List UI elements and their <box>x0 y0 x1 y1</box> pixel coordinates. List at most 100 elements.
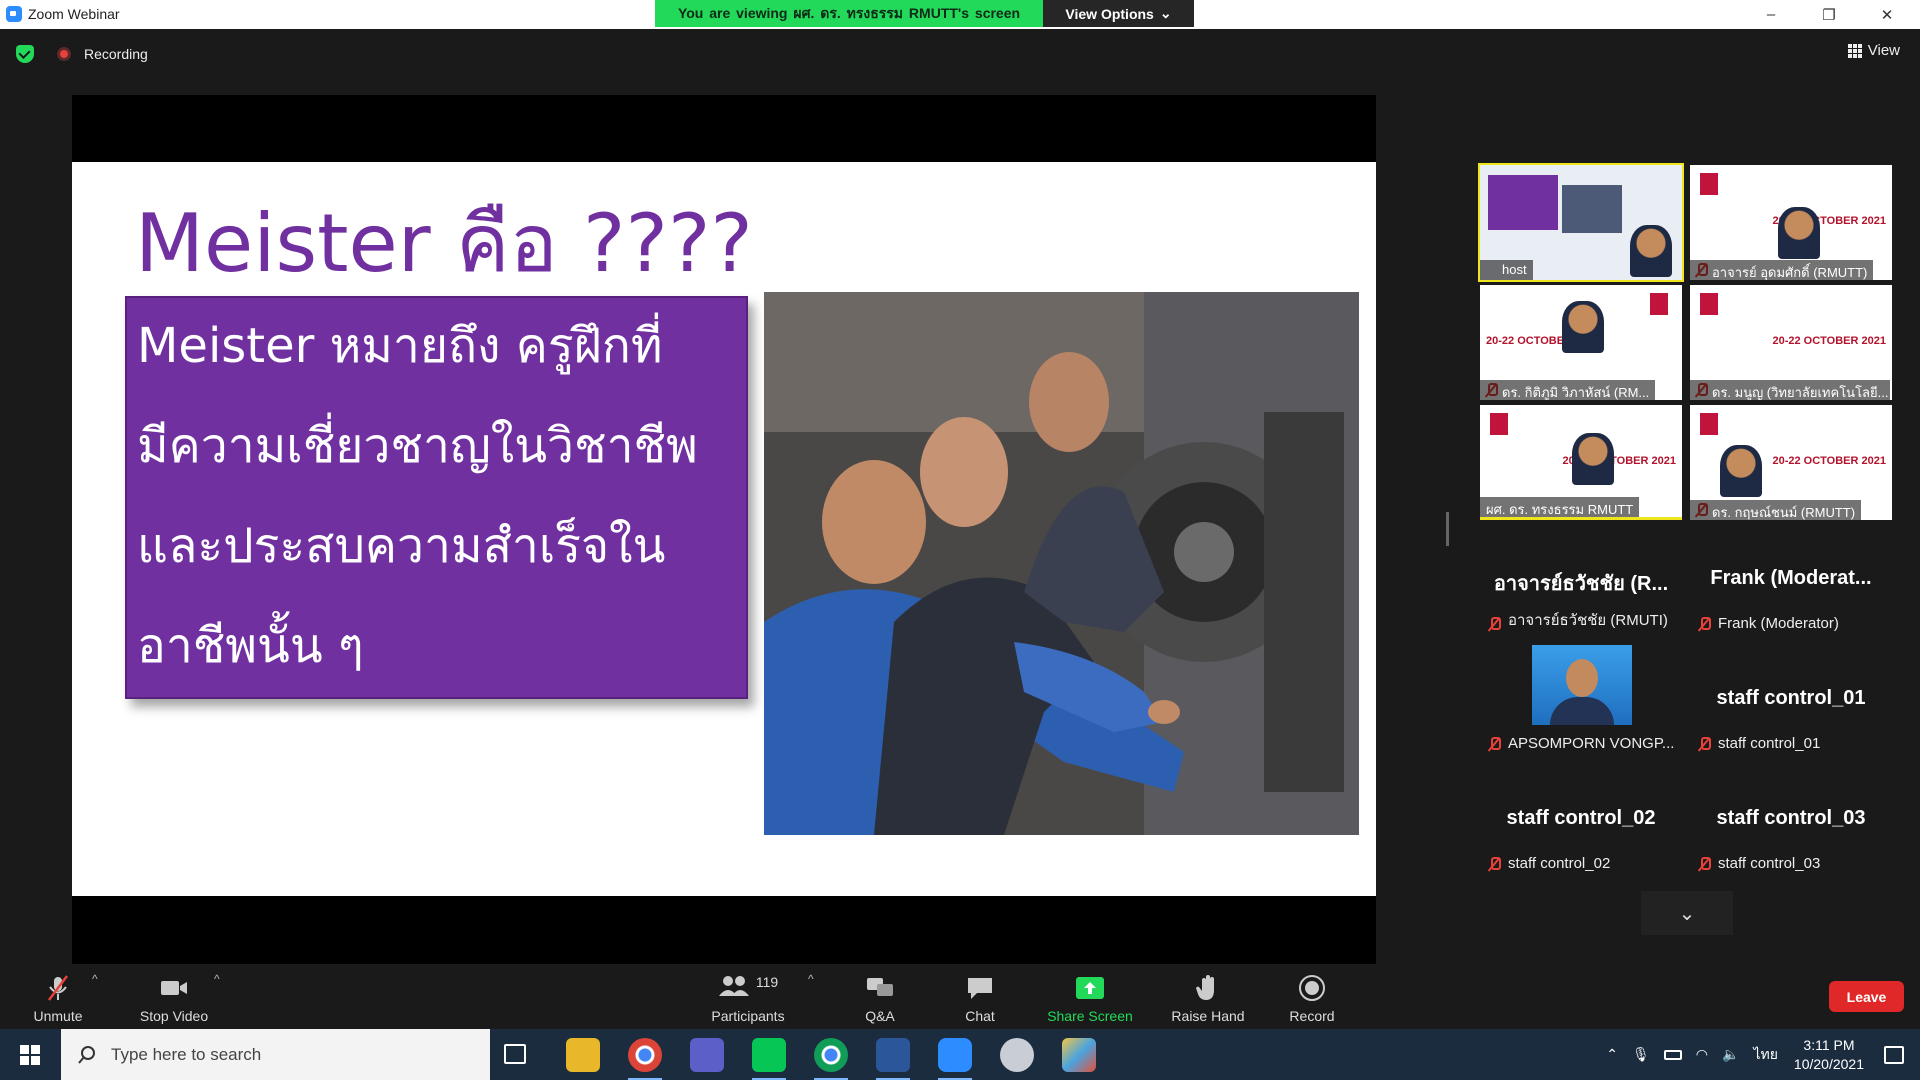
mic-muted-icon <box>1698 617 1711 631</box>
teams-icon[interactable] <box>690 1038 724 1072</box>
volume-icon[interactable]: 🔈 <box>1722 1046 1739 1063</box>
search-icon <box>78 1045 95 1064</box>
window-title: Zoom Webinar <box>28 6 120 22</box>
video-tile[interactable]: 20-22 OCTOBER 2021 ดร. กฤษณ์ชนม์ (RMUTT) <box>1690 405 1892 520</box>
qa-bubbles-icon <box>867 978 893 996</box>
share-screen-button[interactable]: Share Screen <box>1040 964 1140 1029</box>
mini-slide-box <box>1488 175 1558 230</box>
chat-button[interactable]: Chat <box>950 964 1010 1029</box>
participants-button[interactable]: 119 Participants <box>706 964 790 1029</box>
participant-tile[interactable]: Frank (Moderat... Frank (Moderator) <box>1690 525 1892 640</box>
participant-count: 119 <box>755 974 779 990</box>
participant-name: อาจารย์ธวัชชัย (RMUTI) <box>1508 612 1668 629</box>
unmute-button[interactable]: Unmute <box>28 964 88 1029</box>
recording-label: Recording <box>84 46 148 62</box>
task-view-icon[interactable] <box>504 1044 526 1064</box>
grid-icon <box>1847 43 1862 58</box>
event-logo <box>1700 413 1718 435</box>
raise-hand-button[interactable]: Raise Hand <box>1160 964 1256 1029</box>
unmute-label: Unmute <box>33 1008 83 1024</box>
video-tile[interactable]: host <box>1478 163 1684 282</box>
input-language[interactable]: ไทย <box>1753 1044 1777 1066</box>
chevron-down-icon: ⌄ <box>1678 902 1696 925</box>
zoom-icon[interactable] <box>938 1038 972 1080</box>
microphone-icon[interactable]: 🎙 <box>1632 1046 1650 1063</box>
participant-name: staff control_02 <box>1508 855 1611 872</box>
video-tile[interactable]: 20-22 OCTOBER 2021 อาจารย์ อุดมศักดิ์ (R… <box>1690 165 1892 280</box>
mic-muted-icon <box>1698 857 1711 871</box>
participant-tile[interactable]: staff control_03 staff control_03 <box>1690 765 1892 880</box>
webcam-person <box>1720 445 1762 497</box>
participant-tile[interactable]: staff control_01 staff control_01 <box>1690 645 1892 760</box>
participants-options-caret[interactable]: ^ <box>808 972 814 986</box>
app-icon[interactable] <box>1000 1038 1034 1072</box>
video-options-caret[interactable]: ^ <box>214 972 220 986</box>
video-tile[interactable]: 20-22 OCTOBER 2021 ดร. กิติภูมิ วิภาหัสน… <box>1480 285 1682 400</box>
stop-video-button[interactable]: Stop Video <box>134 964 214 1029</box>
qa-button[interactable]: Q&A <box>850 964 910 1029</box>
stop-video-label: Stop Video <box>139 1008 209 1024</box>
participant-tile[interactable]: APSOMPORN VONGP... <box>1480 645 1682 760</box>
encryption-shield-icon[interactable] <box>16 45 34 63</box>
webcam-person <box>1572 433 1614 485</box>
record-button[interactable]: Record <box>1282 964 1342 1029</box>
start-button[interactable] <box>0 1029 60 1080</box>
participant-name: ผศ. ดร. ทรงธรรม RMUTT <box>1480 497 1640 517</box>
wifi-icon[interactable]: ◠ <box>1696 1046 1708 1063</box>
raise-hand-label: Raise Hand <box>1171 1008 1245 1024</box>
workshop-photo-illustration <box>764 292 1359 835</box>
webcam-person <box>1778 207 1820 259</box>
show-more-participants-button[interactable]: ⌄ <box>1641 891 1733 935</box>
video-tile[interactable]: 20-22 OCTOBER 2021 ดร. มนูญ (วิทยาลัยเทค… <box>1690 285 1892 400</box>
paint-icon[interactable] <box>1062 1038 1096 1072</box>
taskbar-search-box[interactable]: Type here to search <box>61 1029 490 1080</box>
event-date-text: 20-22 OCTOBER 2021 <box>1772 335 1886 347</box>
chrome-icon[interactable] <box>814 1038 848 1080</box>
share-screen-icon <box>1076 977 1104 999</box>
record-label: Record <box>1289 1008 1335 1024</box>
close-button[interactable]: ✕ <box>1864 0 1910 29</box>
participant-tile[interactable]: อาจารย์ธวัชชัย (R... อาจารย์ธวัชชัย (RMU… <box>1480 525 1682 640</box>
view-label: View <box>1867 42 1900 59</box>
participant-name: staff control_01 <box>1718 735 1821 752</box>
video-tile-active-speaker[interactable]: 20-22 OCTOBER 2021 ผศ. ดร. ทรงธรรม RMUTT <box>1480 405 1682 520</box>
qa-label: Q&A <box>865 1008 895 1024</box>
view-button[interactable]: View <box>1847 42 1900 59</box>
file-explorer-icon[interactable] <box>566 1038 600 1072</box>
windows-logo-icon <box>20 1044 40 1065</box>
webcam-person <box>1562 301 1604 353</box>
participant-name: staff control_03 <box>1718 855 1821 872</box>
recording-dot-icon <box>57 47 71 61</box>
minimize-button[interactable]: – <box>1748 0 1794 29</box>
participant-display-name: อาจารย์ธวัชชัย (R... <box>1493 573 1669 595</box>
clock[interactable]: 3:11 PM 10/20/2021 <box>1794 1036 1864 1074</box>
windows-taskbar: Type here to search ⌃ 🎙 ◠ 🔈 ไทย 3:11 PM … <box>0 1029 1920 1080</box>
view-options-button[interactable]: View Options ⌄ <box>1043 0 1194 27</box>
participant-name: APSOMPORN VONGP... <box>1508 735 1675 752</box>
battery-icon[interactable] <box>1663 1049 1682 1060</box>
participant-display-name: Frank (Moderat... <box>1710 567 1872 589</box>
mic-muted-icon <box>1488 617 1501 631</box>
slide-text-box: Meister หมายถึง ครูฝึกที่ มีความเชี่ยวชา… <box>125 296 748 699</box>
clock-time: 3:11 PM <box>1803 1036 1855 1053</box>
chevron-up-icon[interactable]: ⌃ <box>1606 1046 1618 1063</box>
participant-display-name: staff control_02 <box>1506 807 1656 829</box>
chrome-profile-icon[interactable] <box>628 1038 662 1080</box>
participants-icon <box>718 976 749 996</box>
viewing-screen-banner: You are viewing ผศ. ดร. ทรงธรรม RMUTT's … <box>655 0 1043 27</box>
maximize-button[interactable]: ❐ <box>1806 0 1852 29</box>
workshop-photo <box>764 292 1359 835</box>
webcam-person <box>1630 225 1672 277</box>
participant-tile[interactable]: staff control_02 staff control_02 <box>1480 765 1682 880</box>
line-icon[interactable] <box>752 1038 786 1080</box>
meeting-toolbar: Unmute ^ Stop Video ^ 119 Participants ^ <box>0 964 1920 1029</box>
event-logo <box>1490 413 1508 435</box>
panel-splitter[interactable] <box>1446 512 1449 546</box>
word-icon[interactable] <box>876 1038 910 1080</box>
notification-center-icon[interactable] <box>1884 1045 1904 1064</box>
participant-name: ดร. กฤษณ์ชนม์ (RMUTT) <box>1690 500 1862 520</box>
participant-name: ดร. กิติภูมิ วิภาหัสน์ (RM... <box>1480 380 1656 400</box>
participant-display-name: staff control_03 <box>1716 807 1866 829</box>
audio-options-caret[interactable]: ^ <box>92 972 98 986</box>
leave-button[interactable]: Leave <box>1829 981 1904 1012</box>
